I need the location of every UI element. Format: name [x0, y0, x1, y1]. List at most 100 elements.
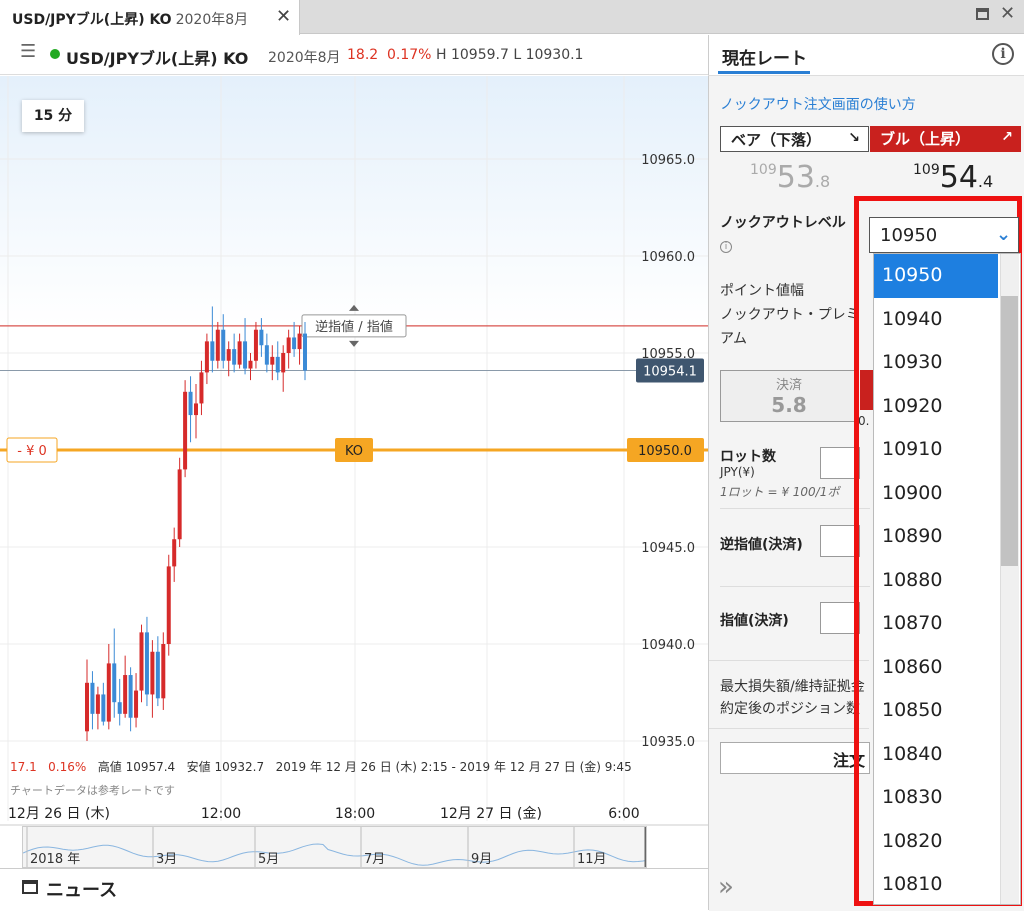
- settle-value: 5.8: [771, 393, 807, 417]
- candle-body: [117, 702, 122, 714]
- order-button[interactable]: 注文: [720, 742, 870, 774]
- bear-price-main: 53: [776, 160, 815, 195]
- dropdown-option[interactable]: 10850: [874, 689, 998, 733]
- candle-body: [226, 349, 231, 361]
- stats-range: 2019 年 12 月 26 日 (木) 2:15 - 2019 年 12 月 …: [275, 760, 632, 774]
- candle-body: [161, 644, 166, 699]
- divider: [720, 586, 870, 587]
- news-label[interactable]: ニュース: [46, 876, 117, 902]
- bull-price: 10954.4: [913, 160, 993, 195]
- tab-usdjpy-bull-ko[interactable]: USD/JPYブル(上昇) KO 2020年8月: [0, 0, 300, 35]
- y-tick-label: 10935.0: [641, 735, 695, 750]
- instrument-title: USD/JPYブル(上昇) KO: [66, 49, 249, 68]
- candle-body: [123, 675, 128, 714]
- price-chart[interactable]: 10965.010960.010955.010950.010945.010940…: [0, 76, 708, 821]
- position-label: 約定後のポジション数: [720, 701, 860, 717]
- dropdown-option[interactable]: 10870: [874, 602, 998, 646]
- order-line-label: 逆指値 / 指値: [315, 319, 393, 335]
- candle-body: [248, 360, 253, 369]
- lot-unit: JPY(¥): [720, 465, 755, 479]
- chart-stats: 17.1 0.16% 高値 10957.4 安値 10932.7 2019 年 …: [10, 758, 632, 775]
- candle-body: [237, 341, 242, 365]
- price-change-percent: 0.17%: [387, 47, 432, 63]
- bear-price-prefix: 109: [750, 162, 777, 178]
- x-tick-label: 12:00: [201, 806, 241, 822]
- knockout-tag-label: KO: [345, 444, 363, 459]
- dropdown-option[interactable]: 10810: [874, 863, 998, 904]
- maximize-icon[interactable]: [976, 8, 989, 20]
- bull-button[interactable]: ブル（上昇） ↗: [870, 126, 1021, 152]
- info-icon[interactable]: i: [992, 43, 1014, 65]
- dropdown-option[interactable]: 10840: [874, 733, 998, 777]
- bull-price-tail: .4: [977, 172, 994, 191]
- candle-body: [275, 356, 280, 373]
- dropdown-option[interactable]: 10820: [874, 820, 998, 864]
- premium-label-cont: アム: [720, 331, 748, 347]
- dropdown-scrollbar-thumb[interactable]: [1001, 296, 1018, 566]
- candle-body: [183, 391, 188, 470]
- tab-title: USD/JPYブル(上昇) KO: [12, 12, 172, 28]
- navigator-label: 9月: [471, 852, 492, 867]
- lot-note: 1ロット = ¥ 100/1ポ: [720, 485, 840, 499]
- settle-button[interactable]: 決済 5.8: [720, 370, 858, 422]
- dropdown-option[interactable]: 10900: [874, 472, 998, 516]
- arrow-down-right-icon: ↘: [848, 130, 860, 146]
- timeframe-button[interactable]: 15 分: [22, 100, 84, 132]
- dropdown-option[interactable]: 10890: [874, 515, 998, 559]
- navigator-label: 2018 年: [30, 852, 80, 867]
- stats-high: 高値 10957.4: [97, 760, 176, 774]
- instrument-month: 2020年8月: [268, 50, 341, 66]
- tab-current-rate[interactable]: 現在レート: [722, 44, 807, 69]
- candle-body: [95, 694, 100, 714]
- knockout-price-label: 10950.0: [638, 444, 692, 459]
- chart-navigator[interactable]: 2018 年 3月 5月 7月 9月 11月: [22, 826, 647, 868]
- dropdown-option[interactable]: 10880: [874, 559, 998, 603]
- stats-percent: 0.16%: [48, 760, 87, 774]
- candle-body: [232, 349, 237, 365]
- y-tick-label: 10940.0: [641, 638, 695, 653]
- candle-body: [259, 329, 264, 346]
- dropdown-option[interactable]: 10930: [874, 341, 998, 385]
- bear-price: 10953.8: [750, 160, 830, 195]
- caret-down-icon: [349, 340, 359, 347]
- x-tick-label: 18:00: [335, 806, 375, 822]
- candle-body: [150, 651, 155, 695]
- expand-panel-icon[interactable]: »: [718, 872, 734, 902]
- navigator-label: 7月: [364, 852, 385, 867]
- dropdown-option[interactable]: 10940: [874, 298, 998, 342]
- news-icon: [22, 880, 38, 894]
- candle-body: [303, 333, 307, 371]
- dropdown-option[interactable]: 10950: [874, 254, 998, 298]
- menu-icon[interactable]: ☰: [20, 41, 36, 62]
- window-close-icon[interactable]: ✕: [1000, 3, 1015, 24]
- candle-body: [194, 403, 198, 416]
- candle-body: [172, 539, 177, 567]
- candle-body: [292, 337, 297, 350]
- candle-body: [286, 337, 291, 353]
- candle-body: [210, 341, 215, 361]
- divider: [720, 508, 870, 509]
- candle-body: [166, 566, 171, 644]
- candle-body: [243, 341, 248, 369]
- candle-body: [177, 469, 182, 540]
- bear-label: ベア（下落）: [731, 131, 822, 149]
- tab-close-icon[interactable]: ✕: [276, 6, 291, 27]
- current-price-label: 10954.1: [643, 364, 697, 379]
- divider: [709, 660, 869, 661]
- dropdown-option[interactable]: 10910: [874, 428, 998, 472]
- knockout-info-icon[interactable]: i: [720, 241, 732, 253]
- bear-button[interactable]: ベア（下落） ↘: [720, 126, 869, 152]
- price-change: 18.2: [347, 47, 379, 63]
- dropdown-option[interactable]: 10830: [874, 776, 998, 820]
- live-status-icon: [50, 49, 60, 59]
- dropdown-option[interactable]: 10860: [874, 646, 998, 690]
- point-width-label: ポイント値幅: [720, 283, 804, 299]
- bull-price-main: 54: [939, 160, 978, 195]
- chevron-down-icon[interactable]: ⌄: [996, 224, 1011, 245]
- candle-body: [215, 329, 220, 361]
- howto-link[interactable]: ノックアウト注文画面の使い方: [720, 94, 916, 114]
- dropdown-option[interactable]: 10920: [874, 385, 998, 429]
- active-tab-indicator: [718, 71, 810, 74]
- knockout-level-options[interactable]: 10950 10940 10930 10920 10910 10900 10890 10880…: [873, 253, 1021, 905]
- candle-body: [112, 663, 117, 703]
